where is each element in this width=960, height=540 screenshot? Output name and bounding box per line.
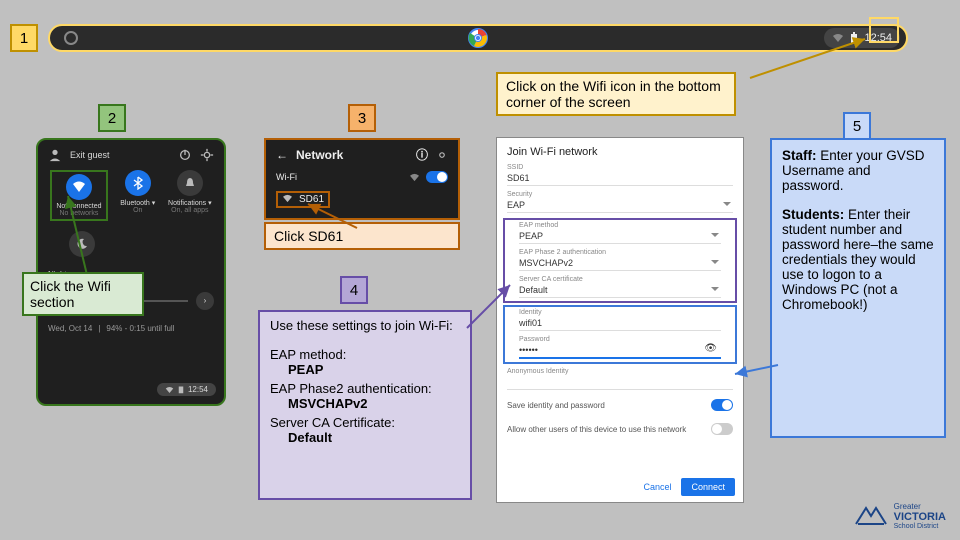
- network-panel: ← Network ⓘ Wi-Fi SD61: [264, 138, 460, 220]
- identity-field[interactable]: wifi01: [519, 316, 721, 331]
- wifi-lock-icon: [282, 194, 293, 203]
- wifi-tile-title: Not connected: [56, 203, 101, 210]
- logo-icon: [854, 504, 888, 528]
- gvsd-logo: Greater VICTORIA School District: [854, 502, 946, 530]
- step-1-number: 1: [10, 24, 38, 52]
- bluetooth-icon: [125, 170, 151, 196]
- step-2-number: 2: [98, 104, 126, 132]
- callout-step-3: Click SD61: [264, 222, 460, 250]
- allow-others-toggle[interactable]: [711, 423, 733, 435]
- back-icon[interactable]: ←: [276, 148, 288, 162]
- moon-icon: [69, 231, 95, 257]
- step-5-number: 5: [843, 112, 871, 140]
- notifications-tile[interactable]: Notifications ▾ On, all apps: [168, 170, 212, 221]
- wifi-icon: [409, 173, 420, 182]
- night-light-tile[interactable]: [69, 231, 95, 260]
- wifi-tile-sub: No networks: [59, 210, 98, 217]
- power-icon[interactable]: [178, 148, 192, 162]
- ssid-field[interactable]: SD61: [507, 171, 733, 186]
- bluetooth-tile[interactable]: Bluetooth ▾ On: [120, 170, 155, 221]
- dialog-title: Join Wi-Fi network: [497, 138, 743, 162]
- chromeos-shelf: 12:54: [48, 24, 908, 52]
- eap-method-select[interactable]: PEAP: [519, 229, 721, 244]
- wifi-tile[interactable]: Not connected No networks: [50, 170, 107, 221]
- callout-step-5: Staff: Enter your GVSD Username and pass…: [770, 138, 946, 438]
- gear-icon[interactable]: [200, 148, 214, 162]
- chevron-right-icon[interactable]: ›: [196, 292, 214, 310]
- wifi-icon: [66, 174, 92, 200]
- ssid-row[interactable]: SD61: [266, 187, 458, 212]
- save-creds-label: Save identity and password: [507, 401, 605, 410]
- callout-step-4: Use these settings to join Wi-Fi: EAP me…: [258, 310, 472, 500]
- battery-icon: [850, 32, 858, 44]
- launcher-icon[interactable]: [64, 31, 78, 45]
- phase2-select[interactable]: MSVCHAPv2: [519, 256, 721, 271]
- step-4-number: 4: [340, 276, 368, 304]
- ssid-label: SD61: [299, 194, 324, 205]
- security-select[interactable]: EAP: [507, 198, 733, 213]
- bell-icon: [177, 170, 203, 196]
- connect-button[interactable]: Connect: [681, 478, 735, 496]
- exit-guest-button[interactable]: Exit guest: [70, 150, 110, 160]
- wifi-icon[interactable]: [832, 33, 844, 43]
- anon-identity-field[interactable]: [507, 375, 733, 390]
- allow-others-label: Allow other users of this device to use …: [507, 425, 686, 434]
- callout-step-1: Click on the Wifi icon in the bottom cor…: [496, 72, 736, 116]
- ca-cert-select[interactable]: Default: [519, 283, 721, 298]
- user-icon: [48, 148, 62, 162]
- callout-step-2: Click the Wifi section: [22, 272, 144, 316]
- wifi-toggle[interactable]: [426, 171, 448, 183]
- step-3-number: 3: [348, 104, 376, 132]
- status-pill[interactable]: 12:54: [157, 383, 216, 396]
- join-wifi-dialog: Join Wi-Fi network SSID SD61 Security EA…: [496, 137, 744, 503]
- wifi-icon-highlight: [869, 17, 899, 43]
- chrome-icon[interactable]: [468, 28, 488, 48]
- wifi-toggle-row[interactable]: Wi-Fi: [266, 169, 458, 187]
- eye-icon[interactable]: 👁: [704, 343, 717, 354]
- gear-icon[interactable]: [436, 149, 448, 161]
- network-title: Network: [296, 148, 343, 162]
- info-icon[interactable]: ⓘ: [416, 146, 428, 163]
- cancel-button[interactable]: Cancel: [643, 482, 671, 492]
- save-creds-toggle[interactable]: [711, 399, 733, 411]
- date-label: Wed, Oct 14: [48, 324, 92, 333]
- password-field[interactable]: •••••• 👁: [519, 343, 721, 359]
- battery-label: 94% - 0:15 until full: [106, 324, 174, 333]
